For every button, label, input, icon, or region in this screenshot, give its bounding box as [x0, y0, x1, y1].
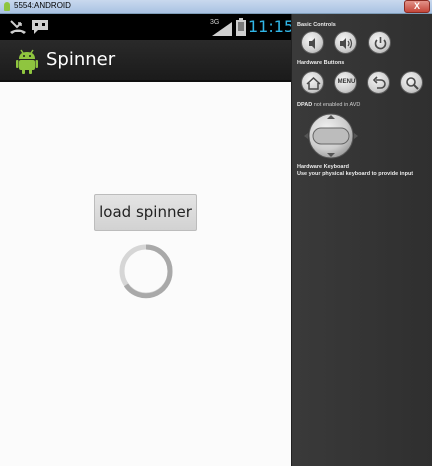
- phone-screen: 3G 11:15 Spinner load spinner: [0, 14, 295, 466]
- dpad-label: DPAD not enabled in AVD: [297, 102, 360, 108]
- hardware-buttons-label: Hardware Buttons: [297, 60, 345, 66]
- menu-icon: MENU: [337, 79, 356, 85]
- dpad-note: not enabled in AVD: [313, 102, 361, 108]
- dpad-label-text: DPAD: [297, 102, 313, 108]
- home-button[interactable]: [301, 71, 324, 94]
- search-button[interactable]: [400, 71, 423, 94]
- window-close-button[interactable]: X: [404, 0, 430, 13]
- hardware-keyboard-label: Hardware Keyboard: [297, 164, 349, 170]
- hardware-keyboard-hint: Use your physical keyboard to provide in…: [297, 171, 414, 177]
- action-bar: Spinner: [0, 40, 291, 82]
- load-spinner-button[interactable]: load spinner: [94, 194, 197, 231]
- back-button[interactable]: [367, 71, 390, 94]
- chat-icon: [32, 20, 48, 34]
- basic-controls-label: Basic Controls: [297, 22, 336, 28]
- status-time: 11:15: [248, 17, 295, 36]
- home-icon: [306, 76, 321, 90]
- volume-down-icon: [309, 38, 315, 49]
- volume-down-button[interactable]: [301, 31, 324, 54]
- dpad-control[interactable]: [299, 113, 363, 159]
- progress-spinner-icon: [119, 244, 173, 299]
- app-title: Spinner: [46, 49, 116, 70]
- status-bar: 3G 11:15: [0, 14, 295, 40]
- content-area: load spinner: [0, 82, 291, 466]
- network-type: 3G: [210, 19, 219, 26]
- signal-icon: 3G: [210, 19, 232, 36]
- search-icon: [406, 77, 419, 90]
- android-logo-icon: [4, 2, 10, 11]
- emulator-control-panel: Basic Controls Hardware Buttons MENU DPA…: [291, 14, 432, 466]
- android-app-icon: [16, 49, 38, 74]
- missed-call-icon: [10, 20, 26, 34]
- window-title: 5554:ANDROID: [14, 1, 71, 10]
- power-button[interactable]: [368, 31, 391, 54]
- power-icon: [374, 37, 387, 50]
- back-icon: [372, 76, 386, 89]
- menu-button[interactable]: MENU: [334, 71, 357, 94]
- battery-icon: [236, 18, 246, 36]
- volume-up-icon: [340, 38, 353, 49]
- volume-up-button[interactable]: [334, 31, 357, 54]
- window-titlebar: 5554:ANDROID X: [0, 0, 432, 14]
